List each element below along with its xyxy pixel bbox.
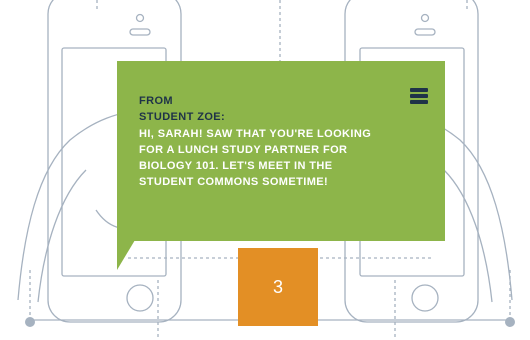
message-card-tail [117, 240, 135, 270]
message-sender: STUDENT ZOE: [139, 111, 226, 123]
step-number-badge: 3 [238, 248, 318, 326]
hamburger-menu-icon[interactable] [410, 88, 428, 104]
message-body: HI, SARAH! SAW THAT YOU'RE LOOKING FOR A… [139, 128, 372, 188]
menu-bar [410, 94, 428, 98]
left-guide-dot [25, 317, 35, 327]
right-guide-dot [505, 317, 515, 327]
menu-bar [410, 88, 428, 92]
menu-bar [410, 100, 428, 104]
message-from-label: FROM [139, 95, 173, 107]
